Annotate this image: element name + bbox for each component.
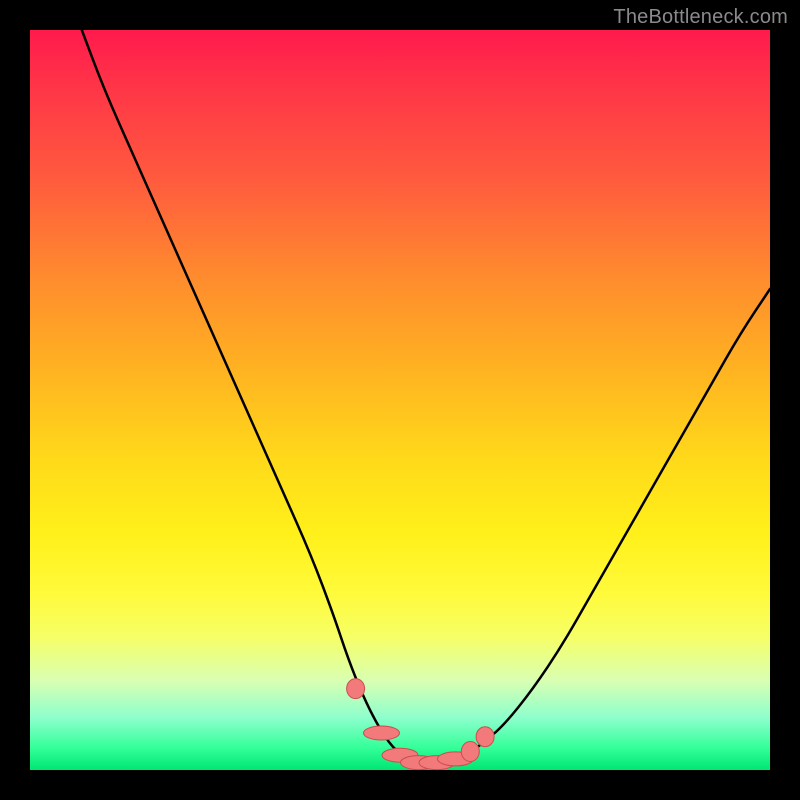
chart-frame: TheBottleneck.com	[0, 0, 800, 800]
bottleneck-curve	[82, 30, 770, 763]
watermark-text: TheBottleneck.com	[613, 6, 788, 29]
marker-blob	[347, 679, 365, 699]
flat-bottom-markers	[347, 679, 495, 770]
curve-svg	[30, 30, 770, 770]
marker-blob	[364, 726, 400, 740]
gradient-plot-area	[30, 30, 770, 770]
marker-blob	[461, 742, 479, 762]
marker-blob	[476, 727, 494, 747]
